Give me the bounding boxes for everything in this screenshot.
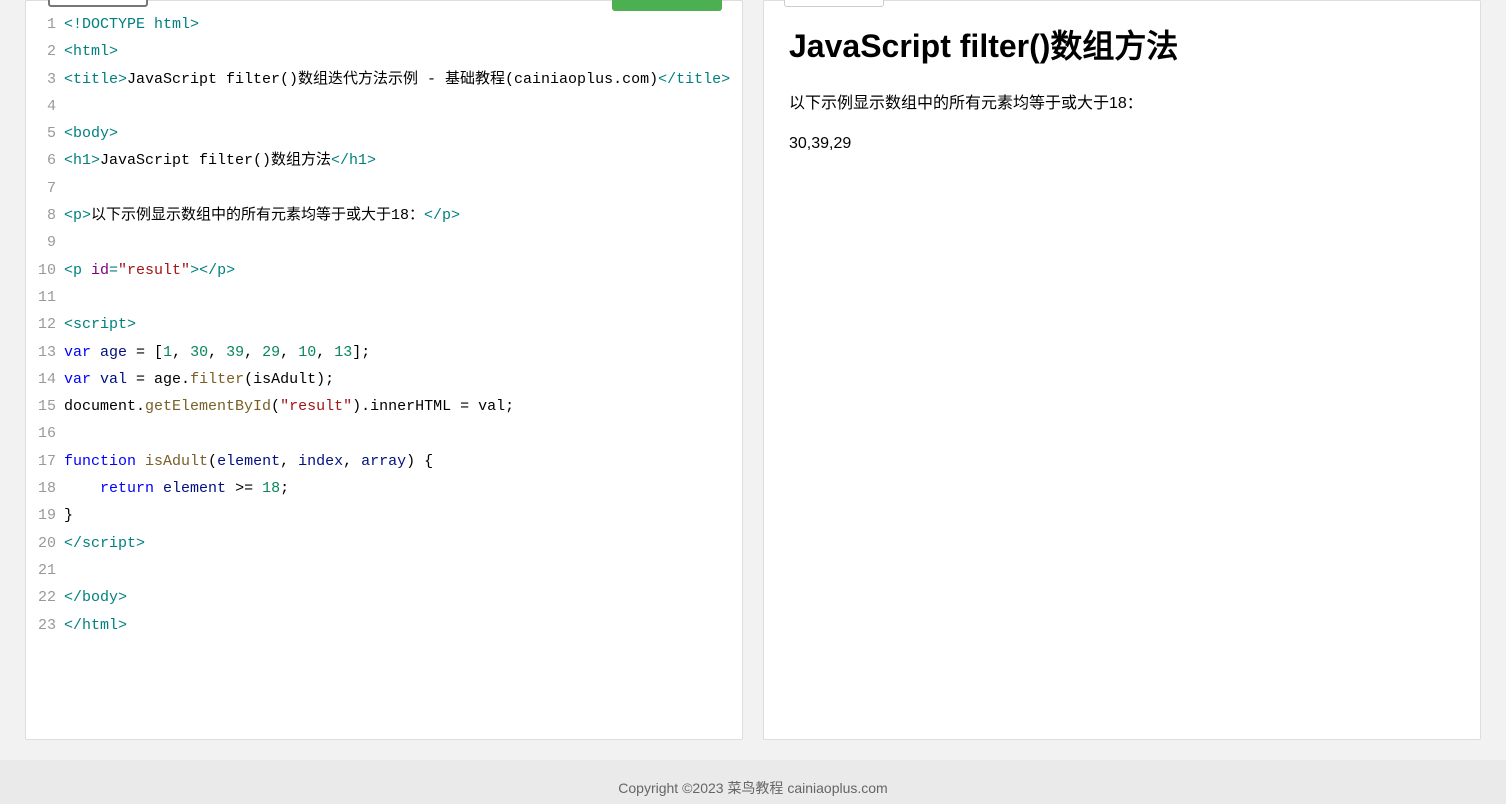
preview-content: JavaScript filter()数组方法 以下示例显示数组中的所有元素均等… xyxy=(764,1,1480,195)
preview-heading: JavaScript filter()数组方法 xyxy=(789,21,1455,67)
preview-description: 以下示例显示数组中的所有元素均等于或大于18： xyxy=(789,89,1455,113)
code-editor[interactable]: 1234567891011121314151617181920212223 <!… xyxy=(26,1,742,639)
toolbar-button-left[interactable] xyxy=(48,0,148,7)
code-content[interactable]: <!DOCTYPE html><html><title>JavaScript f… xyxy=(64,11,742,639)
run-button[interactable] xyxy=(612,0,722,11)
editor-panel: 1234567891011121314151617181920212223 <!… xyxy=(25,0,743,740)
preview-panel: JavaScript filter()数组方法 以下示例显示数组中的所有元素均等… xyxy=(763,0,1481,740)
main-container: 1234567891011121314151617181920212223 <!… xyxy=(0,0,1506,740)
line-numbers: 1234567891011121314151617181920212223 xyxy=(26,11,64,639)
preview-result: 30,39,29 xyxy=(789,135,1455,153)
toolbar-button-preview[interactable] xyxy=(784,0,884,7)
footer: Copyright ©2023 菜鸟教程 cainiaoplus.com xyxy=(0,760,1506,804)
